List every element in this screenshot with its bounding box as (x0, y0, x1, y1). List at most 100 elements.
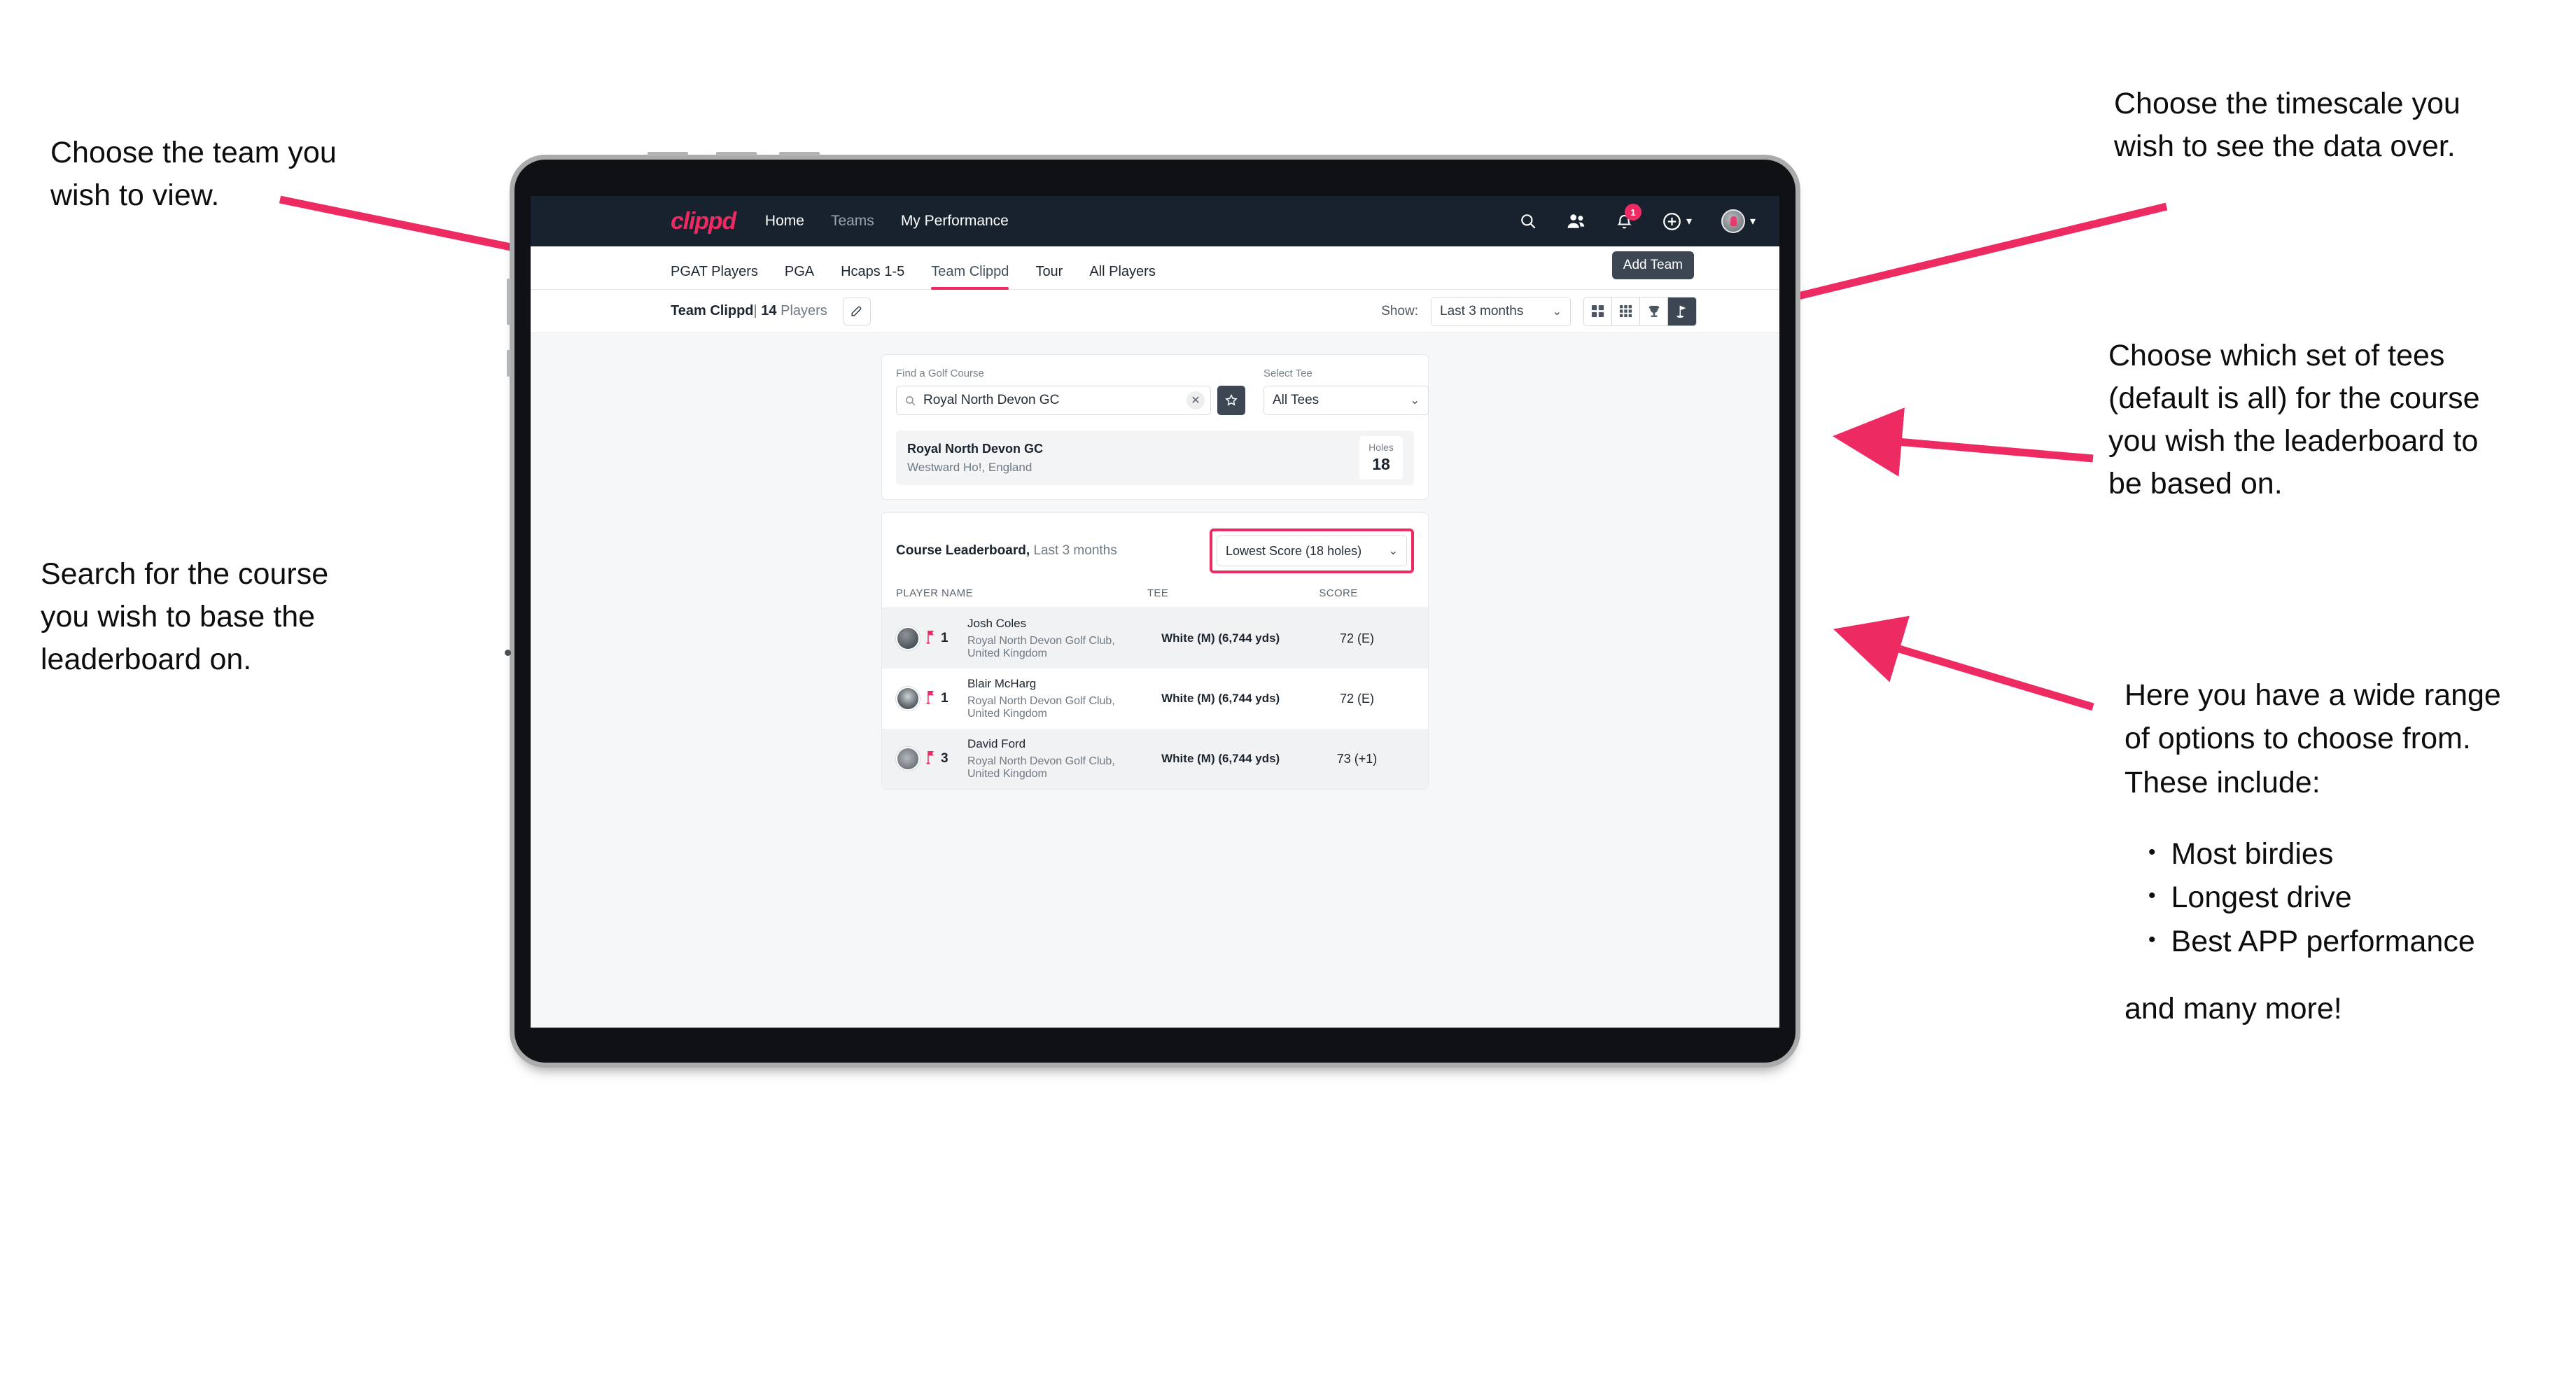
course-result-row[interactable]: Royal North Devon GC Westward Ho!, Engla… (896, 430, 1414, 485)
bullet-icon: • (2148, 841, 2156, 864)
flag-icon (926, 750, 936, 768)
avatar (896, 747, 920, 771)
rank-value: 1 (941, 691, 948, 706)
chevron-down-icon: ⌄ (1552, 305, 1562, 318)
avatar (896, 687, 920, 710)
player-info: David Ford Royal North Devon Golf Club, … (967, 737, 1141, 780)
flag-icon (926, 690, 936, 708)
notification-badge: 1 (1624, 204, 1642, 220)
edit-team-button[interactable] (842, 297, 871, 326)
tablet-button-vol-up (716, 152, 757, 156)
tee-field: Select Tee All Tees ⌄ (1264, 368, 1429, 415)
grid-small-view-button[interactable] (1612, 297, 1640, 326)
player-name: Blair McHarg (967, 677, 1037, 690)
metric-select-value: Lowest Score (18 holes) (1226, 543, 1362, 558)
tablet-frame: clippd Home Teams My Performance 1 ▾ ▾ P… (505, 152, 1795, 1063)
annotation-option-item: • Longest drive (2124, 876, 2572, 919)
course-field: Find a Golf Course Royal North Devon GC … (896, 368, 1245, 415)
leaderboard-title: Course Leaderboard, Last 3 months (896, 543, 1117, 559)
search-icon (906, 396, 916, 405)
app-screen: clippd Home Teams My Performance 1 ▾ ▾ P… (531, 196, 1779, 1028)
leaderboard-card: Course Leaderboard, Last 3 months Lowest… (881, 512, 1429, 790)
plus-circle-icon[interactable]: ▾ (1662, 212, 1692, 231)
tablet-button-power (648, 152, 688, 156)
view-mode-group (1583, 296, 1697, 326)
tablet-button-side (507, 279, 511, 325)
avatar (896, 626, 920, 650)
add-team-tooltip: Add Team (1611, 251, 1694, 279)
team-player-count: 14 (761, 303, 777, 318)
row-score: 72 (E) (1339, 691, 1374, 706)
row-score: 72 (E) (1339, 631, 1374, 645)
annotation-options: Here you have a wide range of options to… (2124, 673, 2572, 1030)
annotation-option-item: • Best APP performance (2124, 920, 2572, 963)
team-toolbar: Team Clippd| 14 Players Show: Last 3 mon… (531, 290, 1779, 333)
tab-all-players[interactable]: All Players (1089, 264, 1155, 289)
course-result-name: Royal North Devon GC (907, 441, 1044, 456)
avatar-image (1721, 209, 1745, 233)
team-name: Team Clippd (671, 303, 754, 318)
chevron-down-icon[interactable]: ▾ (1686, 214, 1692, 228)
chevron-down-icon: ⌄ (1410, 395, 1420, 407)
player-name: Josh Coles (967, 617, 1027, 630)
row-score: 73 (+1) (1336, 751, 1378, 766)
tab-pgat-players[interactable]: PGAT Players (671, 264, 758, 289)
leaderboard-title-main: Course Leaderboard, (896, 543, 1030, 558)
course-view-button[interactable] (1668, 297, 1696, 326)
table-row[interactable]: 3 David Ford Royal North Devon Golf Club… (882, 729, 1428, 789)
row-tee: White (M) (6,744 yds) (1161, 692, 1280, 705)
course-field-label: Find a Golf Course (896, 368, 984, 379)
tab-pga[interactable]: PGA (785, 264, 814, 289)
course-search-card: Find a Golf Course Royal North Devon GC … (881, 354, 1429, 500)
annotation-choose-tees: Choose which set of tees (default is all… (2108, 339, 2480, 501)
timescale-select[interactable]: Last 3 months ⌄ (1431, 296, 1571, 326)
holes-badge: Holes 18 (1359, 436, 1403, 479)
timescale-value: Last 3 months (1440, 303, 1524, 318)
people-icon[interactable] (1567, 212, 1586, 230)
team-separator: | (753, 303, 757, 318)
grid-large-view-button[interactable] (1584, 297, 1612, 326)
annotation-choose-team: Choose the team you wish to view. (50, 136, 337, 213)
favorite-star-button[interactable] (1217, 386, 1245, 415)
player-club: Royal North Devon Golf Club, United King… (967, 755, 1115, 780)
annotation-options-outro: and many more! (2124, 992, 2342, 1026)
course-search-input[interactable]: Royal North Devon GC ✕ (896, 386, 1211, 415)
trophy-view-button[interactable] (1640, 297, 1668, 326)
tab-team-clippd[interactable]: Team Clippd (931, 264, 1009, 290)
search-icon[interactable] (1519, 212, 1537, 230)
leaderboard-columns: PLAYER NAME TEE SCORE (882, 587, 1428, 608)
bullet-icon: • (2148, 927, 2156, 951)
table-row[interactable]: 1 Blair McHarg Royal North Devon Golf Cl… (882, 668, 1428, 729)
close-icon[interactable]: ✕ (1186, 391, 1205, 410)
bell-icon[interactable]: 1 (1616, 204, 1642, 230)
chevron-down-icon[interactable]: ▾ (1750, 214, 1756, 228)
tablet-button-side2 (507, 350, 511, 377)
star-icon (1225, 393, 1238, 406)
player-club: Royal North Devon Golf Club, United King… (967, 635, 1115, 659)
nav-link-teams[interactable]: Teams (831, 213, 874, 230)
tab-tour[interactable]: Tour (1035, 264, 1063, 289)
metric-select[interactable]: Lowest Score (18 holes) ⌄ (1217, 536, 1407, 566)
clippd-logo[interactable]: clippd (671, 208, 736, 235)
column-player-name: PLAYER NAME (896, 587, 973, 599)
avatar[interactable]: ▾ (1721, 209, 1756, 233)
player-name: David Ford (967, 737, 1026, 750)
chevron-down-icon: ⌄ (1388, 545, 1398, 557)
tee-select[interactable]: All Tees ⌄ (1264, 386, 1429, 415)
screenshot-stage: Choose the team you wish to view. Search… (0, 0, 2576, 1386)
nav-link-home[interactable]: Home (765, 213, 804, 230)
annotation-choose-timescale: Choose the timescale you wish to see the… (2114, 87, 2460, 164)
row-tee: White (M) (6,744 yds) (1161, 752, 1280, 765)
leaderboard-header: Course Leaderboard, Last 3 months Lowest… (882, 513, 1428, 587)
tab-hcaps-1-5[interactable]: Hcaps 1-5 (841, 264, 904, 289)
tablet-button-vol-down (779, 152, 820, 156)
annotation-option-item: • Most birdies (2124, 832, 2572, 876)
table-row[interactable]: 1 Josh Coles Royal North Devon Golf Club… (882, 608, 1428, 668)
navbar-links: Home Teams My Performance (765, 213, 1009, 230)
course-result-text: Royal North Devon GC Westward Ho!, Engla… (907, 442, 1043, 475)
tee-select-value: All Tees (1273, 393, 1320, 407)
nav-link-my-performance[interactable]: My Performance (901, 213, 1009, 230)
course-result-location: Westward Ho!, England (907, 460, 1032, 474)
flag-icon (926, 630, 936, 648)
app-navbar: clippd Home Teams My Performance 1 ▾ ▾ (531, 196, 1779, 246)
